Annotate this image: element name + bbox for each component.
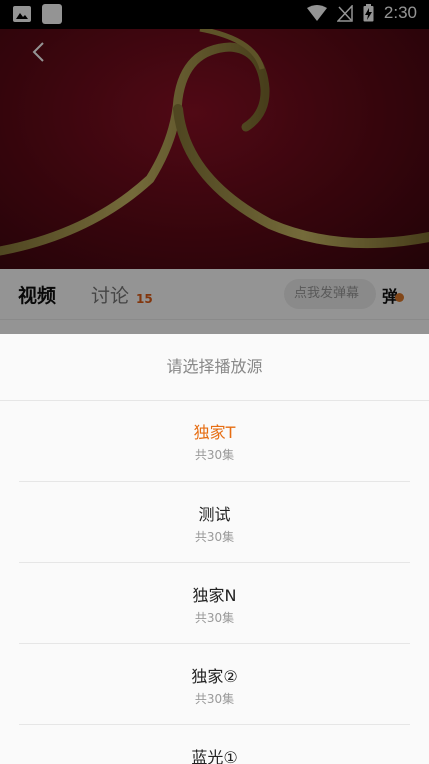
source-episodes: 共30集 [194, 692, 235, 706]
source-episodes: 共30集 [194, 530, 235, 544]
source-episodes: 共30集 [194, 448, 235, 462]
source-item[interactable]: 独家T 共30集 [0, 400, 429, 481]
source-picker-sheet: 请选择播放源 独家T 共30集 测试 共30集 独家N 共30集 独家② 共30… [0, 334, 429, 764]
source-name: 蓝光① [191, 748, 238, 764]
source-item[interactable]: 独家N 共30集 [0, 563, 429, 644]
source-name: 独家N [192, 586, 237, 605]
modal-overlay[interactable] [0, 0, 429, 334]
source-item[interactable]: 独家② 共30集 [0, 644, 429, 725]
source-item[interactable]: 蓝光① [0, 725, 429, 764]
source-item[interactable]: 测试 共30集 [0, 482, 429, 563]
source-name: 测试 [198, 505, 231, 524]
sheet-title: 请选择播放源 [0, 334, 429, 401]
source-name: 独家② [191, 667, 238, 686]
source-episodes: 共30集 [194, 611, 235, 625]
source-name: 独家T [193, 423, 236, 442]
